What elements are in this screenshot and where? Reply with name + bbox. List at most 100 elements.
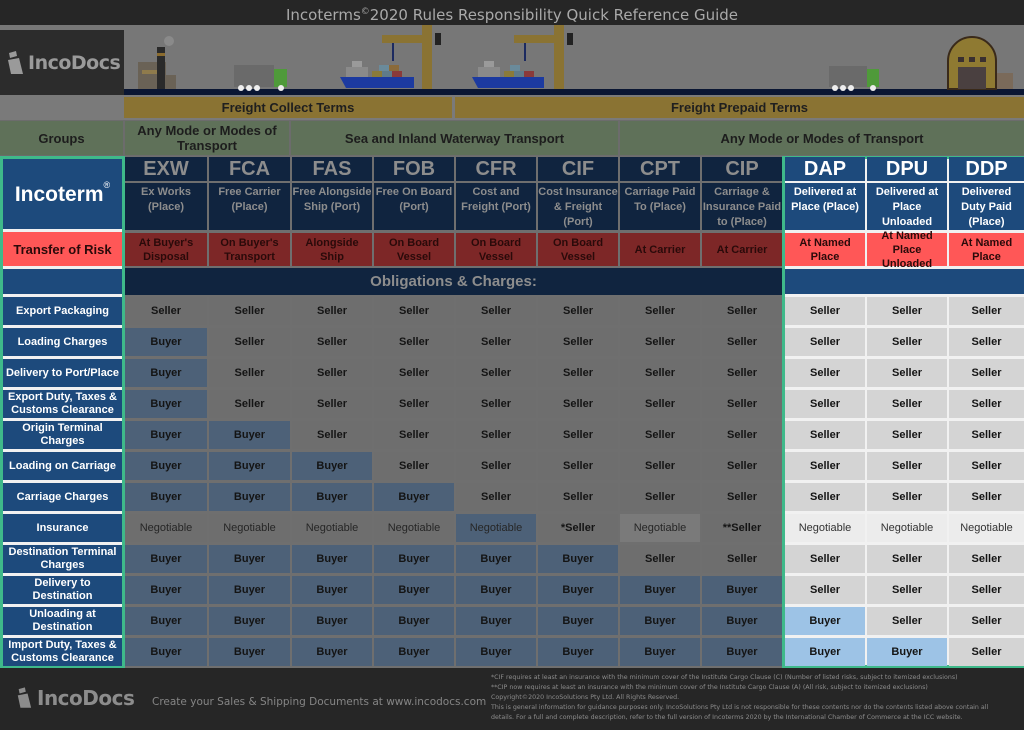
obligation-cell: Buyer bbox=[125, 421, 207, 449]
obligation-cell: Seller bbox=[785, 483, 865, 511]
obligation-cell: Negotiable bbox=[867, 514, 947, 542]
row-label: Unloading at Destination bbox=[3, 607, 122, 635]
disclaimer-1: This is general information for guidance… bbox=[491, 704, 989, 711]
groups-row: Groups Any Mode or Modes of Transport Se… bbox=[0, 120, 1024, 156]
incoterm-label: Incoterm bbox=[14, 182, 104, 206]
obligation-cell: Seller bbox=[785, 390, 865, 418]
obligation-cell: Seller bbox=[867, 359, 947, 387]
obligation-cell: Buyer bbox=[209, 607, 290, 635]
obligation-cell: Negotiable bbox=[209, 514, 290, 542]
obligation-cell: Buyer bbox=[785, 638, 865, 666]
obligation-cell: Seller bbox=[374, 297, 454, 325]
obligation-cell: Seller bbox=[456, 421, 536, 449]
obligation-cell: Buyer bbox=[292, 452, 372, 480]
obligation-cell: Seller bbox=[456, 359, 536, 387]
obligation-cell: Seller bbox=[702, 452, 782, 480]
obligation-cell: Seller bbox=[949, 452, 1024, 480]
obligation-cell: Seller bbox=[456, 390, 536, 418]
obligation-cell: **Seller bbox=[702, 514, 782, 542]
obligations-heading: Obligations & Charges: bbox=[125, 268, 782, 295]
obligation-cell: Negotiable bbox=[949, 514, 1024, 542]
term-name-fca: Free Carrier (Place) bbox=[209, 183, 290, 230]
row-label: Delivery to Destination bbox=[3, 576, 122, 604]
footer-cta-link[interactable]: Create your Sales & Shipping Documents a… bbox=[152, 696, 486, 708]
term-risk-fca: On Buyer's Transport bbox=[209, 233, 290, 266]
term-risk-cif: On Board Vessel bbox=[538, 233, 618, 266]
obligation-cell: Seller bbox=[949, 576, 1024, 604]
obligation-cell: Seller bbox=[292, 421, 372, 449]
obligation-cell: Seller bbox=[620, 359, 700, 387]
term-risk-dap: At Named Place bbox=[785, 233, 865, 266]
term-risk-fas: Alongside Ship bbox=[292, 233, 372, 266]
page-title: Incoterms©2020 Rules Responsibility Quic… bbox=[0, 0, 1024, 25]
row-label: Export Duty, Taxes & Customs Clearance bbox=[3, 390, 122, 418]
row-label: Carriage Charges bbox=[3, 483, 122, 511]
obligation-cell: Seller bbox=[949, 545, 1024, 573]
obligation-cell: Seller bbox=[292, 390, 372, 418]
obligation-cell: Buyer bbox=[125, 452, 207, 480]
obligation-cell: Seller bbox=[620, 545, 700, 573]
obligation-cell: Buyer bbox=[125, 638, 207, 666]
obligation-cell: Buyer bbox=[620, 607, 700, 635]
header-banner: IncoDocs bbox=[0, 25, 1024, 95]
obligation-cell: Buyer bbox=[620, 638, 700, 666]
obligation-cell: Seller bbox=[702, 328, 782, 356]
term-risk-fob: On Board Vessel bbox=[374, 233, 454, 266]
term-name-fob: Free On Board (Port) bbox=[374, 183, 454, 230]
note-cip: **CIP now requires at least an insurance… bbox=[491, 684, 928, 691]
obligation-cell: Seller bbox=[209, 328, 290, 356]
row-label: Loading Charges bbox=[3, 328, 122, 356]
obligation-cell: Buyer bbox=[125, 545, 207, 573]
obligation-cell: Seller bbox=[867, 328, 947, 356]
obligation-cell: Seller bbox=[785, 576, 865, 604]
term-risk-cpt: At Carrier bbox=[620, 233, 700, 266]
obligation-cell: Seller bbox=[867, 452, 947, 480]
copyright: Copyright©2020 IncoSolutions Pty Ltd. Al… bbox=[491, 694, 680, 701]
obligation-cell: Buyer bbox=[538, 638, 618, 666]
term-code-fca: FCA bbox=[209, 157, 290, 181]
obligation-cell: Buyer bbox=[374, 607, 454, 635]
term-code-dap: DAP bbox=[785, 157, 865, 181]
obligation-cell: Seller bbox=[374, 390, 454, 418]
obligation-cell: Seller bbox=[785, 452, 865, 480]
obligation-cell: Seller bbox=[538, 390, 618, 418]
obligation-cell: Seller bbox=[867, 297, 947, 325]
obligation-cell: Seller bbox=[785, 545, 865, 573]
obligation-cell: Seller bbox=[620, 452, 700, 480]
obligation-cell: Seller bbox=[867, 421, 947, 449]
obligation-cell: Buyer bbox=[209, 421, 290, 449]
obligation-cell: Seller bbox=[374, 452, 454, 480]
obligation-cell: Seller bbox=[620, 390, 700, 418]
row-label: Destination Terminal Charges bbox=[3, 545, 122, 573]
term-name-cfr: Cost and Freight (Port) bbox=[456, 183, 536, 230]
freight-prepaid-banner: Freight Prepaid Terms bbox=[455, 97, 1024, 118]
term-risk-cfr: On Board Vessel bbox=[456, 233, 536, 266]
logistics-illustration bbox=[124, 25, 1024, 95]
obligation-cell: Seller bbox=[538, 328, 618, 356]
term-code-fob: FOB bbox=[374, 157, 454, 181]
row-label: Delivery to Port/Place bbox=[3, 359, 122, 387]
obligation-cell: Buyer bbox=[374, 483, 454, 511]
obligation-cell: Seller bbox=[620, 328, 700, 356]
incoterm-heading: Incoterm ® bbox=[3, 159, 122, 229]
obligation-cell: Buyer bbox=[785, 607, 865, 635]
obligation-cell: Buyer bbox=[456, 576, 536, 604]
row-label: Insurance bbox=[3, 514, 122, 542]
obligation-cell: Seller bbox=[867, 390, 947, 418]
obligation-cell: Seller bbox=[702, 421, 782, 449]
ship-icon bbox=[472, 61, 544, 88]
obligation-cell: Negotiable bbox=[456, 514, 536, 542]
term-name-ddp: Delivered Duty Paid (Place) bbox=[949, 183, 1024, 230]
obligation-cell: Seller bbox=[702, 390, 782, 418]
term-risk-exw: At Buyer's Disposal bbox=[125, 233, 207, 266]
obligation-cell: Buyer bbox=[209, 638, 290, 666]
group-sea-inland: Sea and Inland Waterway Transport bbox=[291, 121, 618, 155]
obligation-cell: Seller bbox=[785, 359, 865, 387]
obligation-cell: Buyer bbox=[538, 545, 618, 573]
term-name-cif: Cost Insurance & Freight (Port) bbox=[538, 183, 618, 230]
obligation-cell: Seller bbox=[949, 328, 1024, 356]
disclaimer-2: details. For a full and complete descrip… bbox=[491, 714, 963, 721]
group-any-mode-collect: Any Mode or Modes of Transport bbox=[125, 121, 289, 155]
ship-icon bbox=[340, 61, 414, 88]
obligation-cell: Buyer bbox=[125, 607, 207, 635]
